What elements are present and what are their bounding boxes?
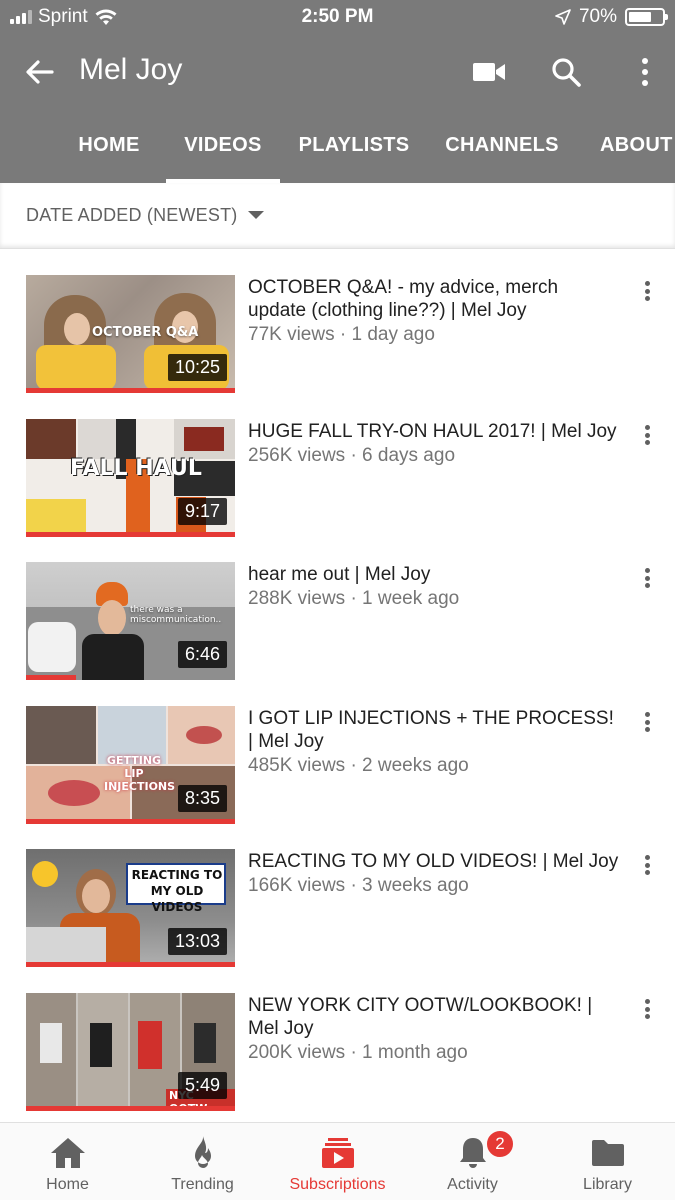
- video-meta: 200K views · 1 month ago: [248, 1042, 468, 1063]
- video-camera-icon: [473, 63, 505, 81]
- tab-playlists[interactable]: PLAYLISTS: [288, 118, 420, 183]
- thumbnail-caption: there was a miscommunication..: [130, 605, 222, 625]
- video-item[interactable]: there was a miscommunication.. 6:46 hear…: [0, 562, 675, 686]
- video-meta: 256K views · 6 days ago: [248, 445, 456, 466]
- more-options-button[interactable]: [625, 52, 665, 92]
- sort-dropdown[interactable]: DATE ADDED (NEWEST): [0, 183, 675, 249]
- video-more-icon[interactable]: [636, 710, 658, 734]
- video-thumbnail[interactable]: NYC OOTW 5:49: [26, 993, 235, 1111]
- video-duration: 13:03: [167, 928, 227, 955]
- tab-playlists-label: PLAYLISTS: [298, 134, 410, 156]
- tab-home[interactable]: HOME: [56, 118, 162, 183]
- video-duration: 10:25: [167, 354, 227, 381]
- nav-trending-label: Trending: [171, 1176, 234, 1193]
- video-more-icon[interactable]: [636, 566, 658, 590]
- tab-about[interactable]: ABOUT: [590, 118, 675, 183]
- video-meta: 166K views · 3 weeks ago: [248, 875, 469, 896]
- back-button[interactable]: [22, 54, 58, 90]
- app-header: Sprint 2:50 PM 70% Mel Joy HOME VIDEOS P…: [0, 0, 675, 183]
- nav-home[interactable]: Home: [0, 1123, 135, 1200]
- nav-subscriptions[interactable]: Subscriptions: [270, 1123, 405, 1200]
- flame-icon: [183, 1135, 223, 1171]
- video-more-icon[interactable]: [636, 853, 658, 877]
- thumbnail-caption: GETTING LIP INJECTIONS: [104, 754, 176, 793]
- location-arrow-icon: [555, 9, 571, 25]
- nav-activity-label: Activity: [447, 1176, 498, 1193]
- status-bar: Sprint 2:50 PM 70%: [0, 0, 675, 36]
- caret-down-icon: [248, 211, 264, 219]
- nav-activity[interactable]: 2 Activity: [405, 1123, 540, 1200]
- nav-library[interactable]: Library: [540, 1123, 675, 1200]
- tab-videos[interactable]: VIDEOS: [166, 118, 280, 183]
- nav-trending[interactable]: Trending: [135, 1123, 270, 1200]
- battery-percent: 70%: [578, 6, 617, 27]
- nav-home-label: Home: [46, 1176, 89, 1193]
- video-meta: 288K views · 1 week ago: [248, 588, 460, 609]
- video-item[interactable]: REACTING TO MY OLD VIDEOS 13:03 REACTING…: [0, 849, 675, 973]
- title-row: Mel Joy: [0, 40, 675, 104]
- tab-channels[interactable]: CHANNELS: [436, 118, 568, 183]
- tab-home-label: HOME: [78, 134, 140, 156]
- video-duration: 5:49: [177, 1072, 227, 1099]
- watch-progress-bar: [26, 388, 235, 393]
- watch-progress-bar: [26, 1106, 235, 1111]
- nav-subscriptions-label: Subscriptions: [289, 1176, 386, 1193]
- nav-library-label: Library: [583, 1176, 632, 1193]
- home-icon: [48, 1135, 88, 1171]
- thumbnail-caption: OCTOBER Q&A: [92, 325, 199, 340]
- thumbnail-caption: FALL HAUL: [70, 456, 202, 481]
- video-thumbnail[interactable]: OCTOBER Q&A 10:25: [26, 275, 235, 393]
- video-meta: 77K views · 1 day ago: [248, 324, 435, 345]
- video-thumbnail[interactable]: there was a miscommunication.. 6:46: [26, 562, 235, 680]
- video-title[interactable]: REACTING TO MY OLD VIDEOS! | Mel Joy: [248, 850, 620, 873]
- folder-icon: [588, 1135, 628, 1171]
- video-thumbnail[interactable]: FALL HAUL 9:17: [26, 419, 235, 537]
- video-more-icon[interactable]: [636, 279, 658, 303]
- video-title[interactable]: NEW YORK CITY OOTW/LOOKBOOK! | Mel Joy: [248, 994, 620, 1040]
- watch-progress-bar: [26, 532, 235, 537]
- video-duration: 9:17: [177, 498, 227, 525]
- watch-progress-bar: [26, 962, 235, 967]
- back-arrow-icon: [26, 60, 54, 84]
- video-title[interactable]: HUGE FALL TRY-ON HAUL 2017! | Mel Joy: [248, 420, 620, 443]
- video-meta: 485K views · 2 weeks ago: [248, 755, 469, 776]
- sort-label: DATE ADDED (NEWEST): [26, 205, 238, 225]
- tab-channels-label: CHANNELS: [445, 134, 559, 156]
- video-duration: 6:46: [177, 641, 227, 668]
- search-button[interactable]: [546, 52, 586, 92]
- channel-title: Mel Joy: [79, 53, 183, 86]
- video-duration: 8:35: [177, 785, 227, 812]
- video-item[interactable]: NYC OOTW 5:49 NEW YORK CITY OOTW/LOOKBOO…: [0, 993, 675, 1117]
- video-item[interactable]: GETTING LIP INJECTIONS 8:35 I GOT LIP IN…: [0, 706, 675, 830]
- thumbnail-caption: REACTING TO MY OLD VIDEOS: [131, 868, 223, 914]
- battery-fill: [629, 12, 651, 22]
- watch-progress-bar: [26, 675, 77, 680]
- upload-button[interactable]: [469, 52, 509, 92]
- battery-icon: [625, 8, 668, 26]
- video-item[interactable]: FALL HAUL 9:17 HUGE FALL TRY-ON HAUL 201…: [0, 419, 675, 543]
- channel-tabs: HOME VIDEOS PLAYLISTS CHANNELS ABOUT: [0, 118, 675, 183]
- tab-about-label: ABOUT: [600, 134, 673, 156]
- video-title[interactable]: I GOT LIP INJECTIONS + THE PROCESS! | Me…: [248, 707, 620, 753]
- video-thumbnail[interactable]: REACTING TO MY OLD VIDEOS 13:03: [26, 849, 235, 967]
- video-more-icon[interactable]: [636, 997, 658, 1021]
- status-right: 70%: [555, 6, 668, 28]
- video-more-icon[interactable]: [636, 423, 658, 447]
- video-item[interactable]: OCTOBER Q&A 10:25 OCTOBER Q&A! - my advi…: [0, 275, 675, 399]
- video-title[interactable]: hear me out | Mel Joy: [248, 563, 620, 586]
- video-title[interactable]: OCTOBER Q&A! - my advice, merch update (…: [248, 276, 620, 322]
- notification-badge: 2: [485, 1129, 515, 1159]
- bottom-navigation: Home Trending Subscriptions 2 Activity L…: [0, 1122, 675, 1200]
- subscriptions-icon: [318, 1135, 358, 1171]
- watch-progress-bar: [26, 819, 235, 824]
- search-icon: [552, 58, 581, 87]
- tab-videos-label: VIDEOS: [184, 134, 262, 156]
- more-vert-icon: [642, 58, 648, 86]
- video-thumbnail[interactable]: GETTING LIP INJECTIONS 8:35: [26, 706, 235, 824]
